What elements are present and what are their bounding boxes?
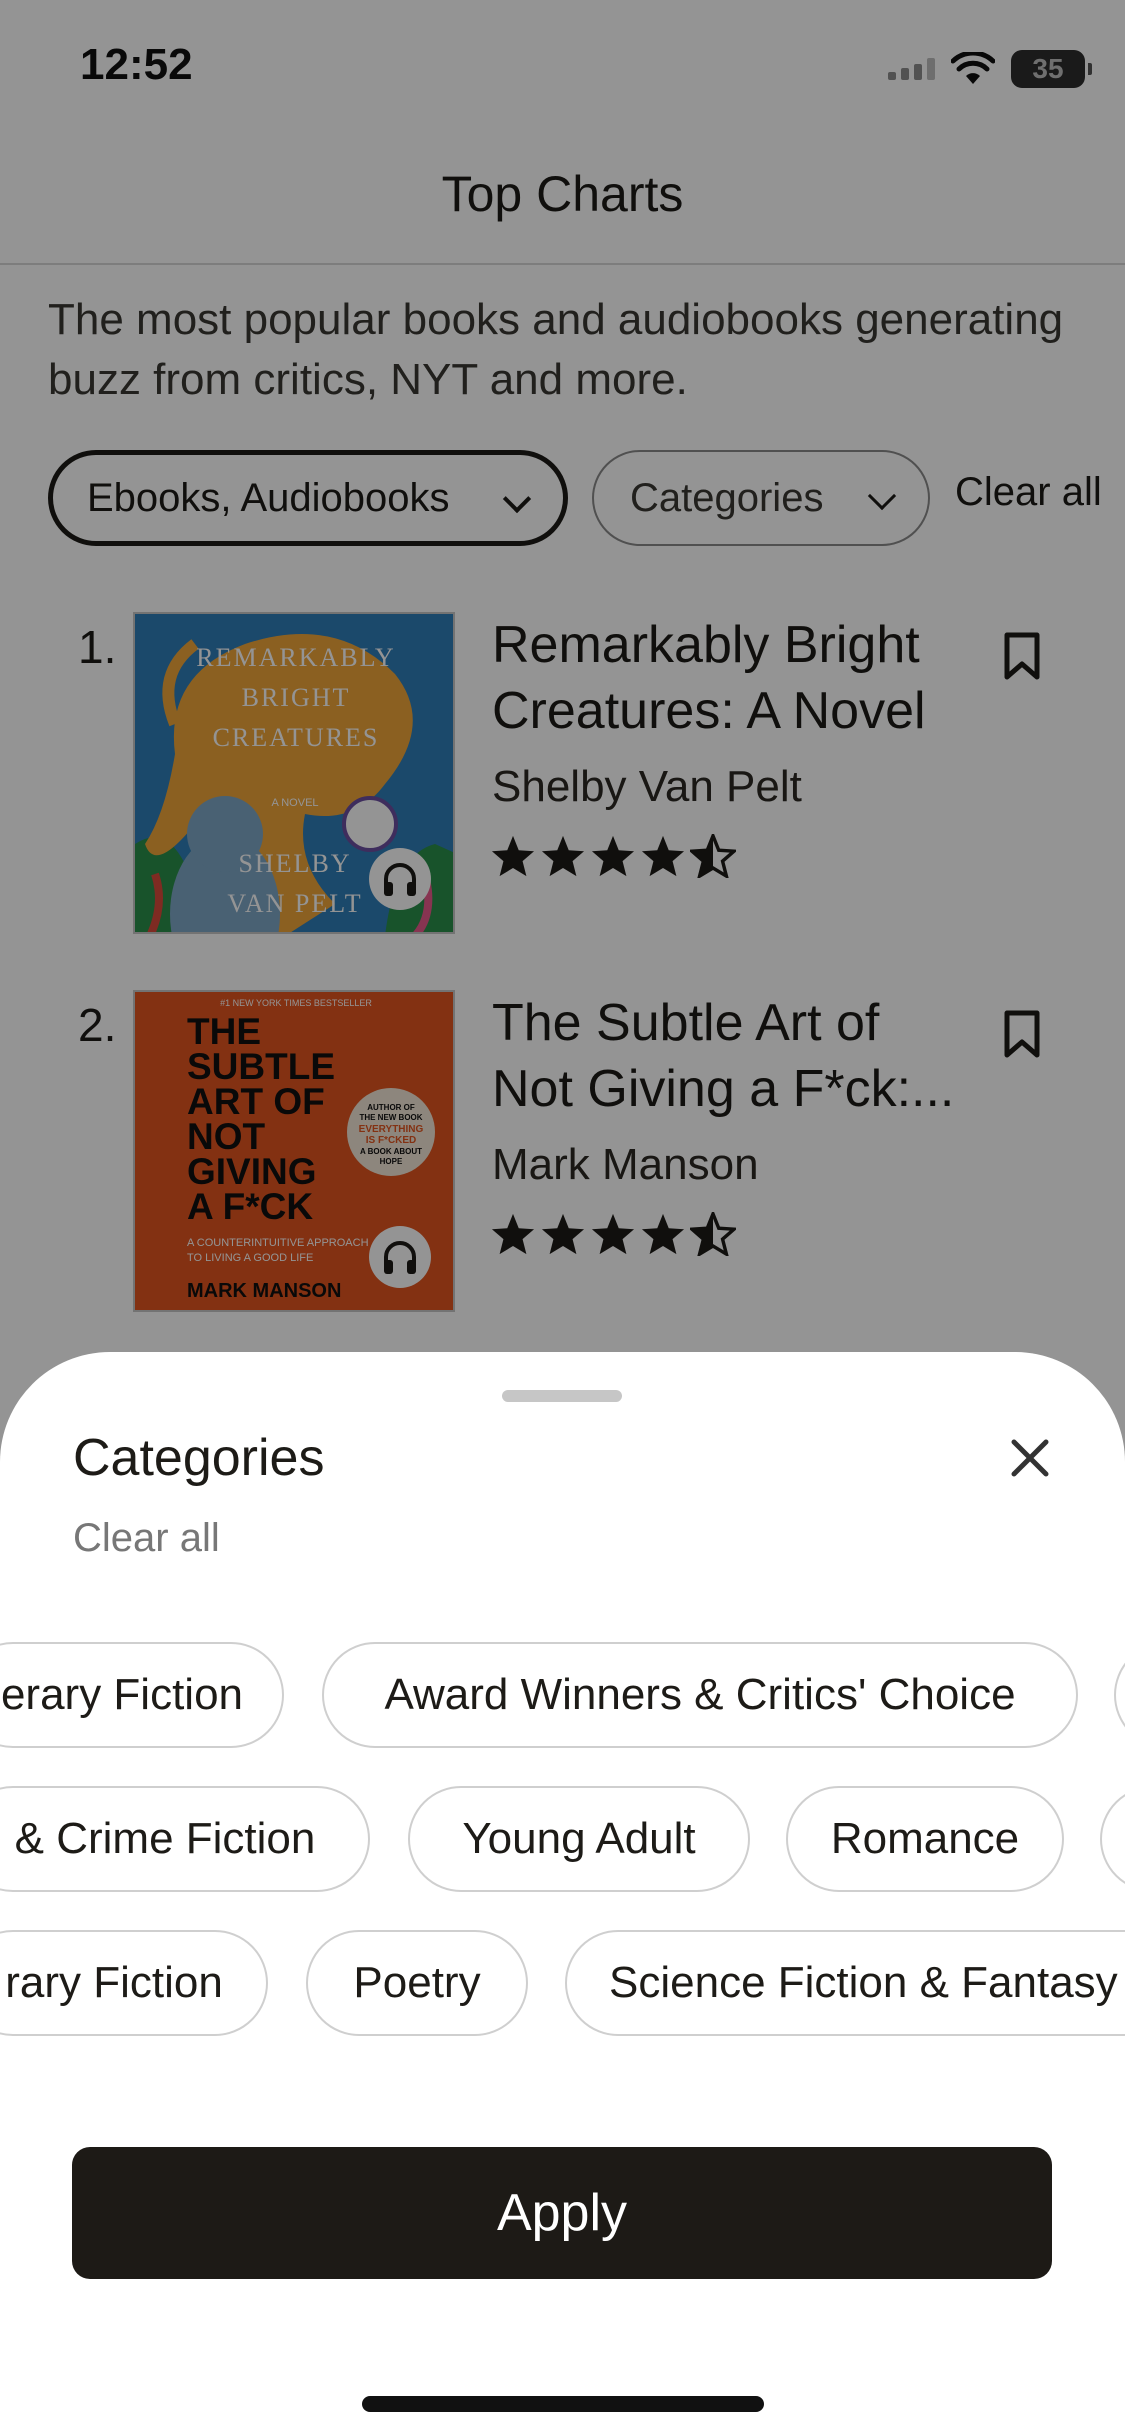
category-row: erary Fiction Award Winners & Critics' C… [0,1642,1125,1748]
category-pill[interactable] [1100,1786,1125,1892]
category-pill[interactable]: rary Fiction [0,1930,268,2036]
category-pill[interactable]: Award Winners & Critics' Choice [322,1642,1078,1748]
category-pill[interactable]: Young Adult [408,1786,750,1892]
apply-button[interactable]: Apply [72,2147,1052,2279]
sheet-title: Categories [73,1429,325,1487]
category-pill[interactable]: Romance [786,1786,1064,1892]
categories-bottom-sheet: Categories Clear all erary Fiction Award… [0,1352,1125,2436]
home-indicator [362,2396,764,2412]
category-row: rary Fiction Poetry Science Fiction & Fa… [0,1930,1125,2036]
category-pill[interactable] [1114,1642,1125,1748]
sheet-clear-all-link[interactable]: Clear all [73,1516,220,1561]
sheet-grabber[interactable] [502,1390,622,1402]
category-row: & Crime Fiction Young Adult Romance [0,1786,1125,1892]
category-pill[interactable]: erary Fiction [0,1642,284,1748]
category-pill[interactable]: Science Fiction & Fantasy [565,1930,1125,2036]
category-pill[interactable]: Poetry [306,1930,528,2036]
category-pill[interactable]: & Crime Fiction [0,1786,370,1892]
close-icon[interactable] [1000,1428,1060,1488]
